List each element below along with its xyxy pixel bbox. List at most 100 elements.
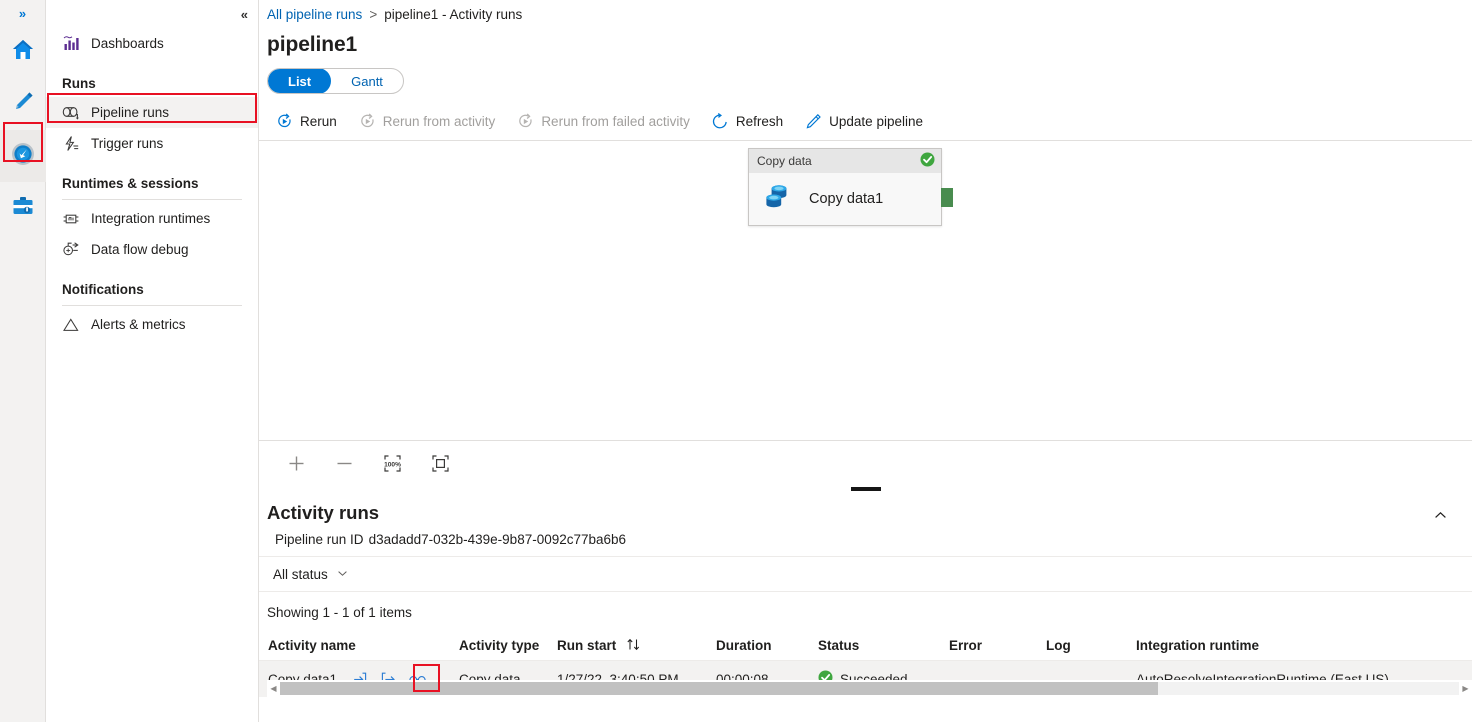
sidebar-item-trigger-runs[interactable]: Trigger runs <box>46 128 258 159</box>
rerun-from-failed-activity-button[interactable]: Rerun from failed activity <box>508 105 699 137</box>
success-check-icon <box>920 152 935 170</box>
column-header-error[interactable]: Error <box>949 638 1046 653</box>
showing-count: Showing 1 - 1 of 1 items <box>259 592 1472 620</box>
rail-expand-button[interactable]: » <box>0 0 45 26</box>
view-toggle: List Gantt <box>267 68 404 94</box>
sidebar-item-dashboards[interactable]: Dashboards <box>46 28 258 59</box>
nav-spacer-3 <box>46 265 258 275</box>
activity-node-output-port[interactable] <box>941 188 953 207</box>
rerun-from-activity-icon <box>359 113 376 130</box>
scrollbar-track[interactable] <box>280 682 1459 695</box>
zoom-in-icon[interactable] <box>281 449 311 479</box>
breadcrumb: All pipeline runs > pipeline1 - Activity… <box>259 0 1472 29</box>
activity-node-body: Copy data1 <box>749 173 941 225</box>
breadcrumb-separator: > <box>369 7 377 22</box>
zoom-out-icon[interactable] <box>329 449 359 479</box>
rerun-from-activity-button[interactable]: Rerun from activity <box>350 105 505 137</box>
panel-splitter[interactable] <box>259 484 1472 494</box>
nav-divider-notifications <box>62 305 242 306</box>
column-header-run-start-label: Run start <box>557 638 616 653</box>
main-content: All pipeline runs > pipeline1 - Activity… <box>259 0 1472 722</box>
scrollbar-thumb[interactable] <box>280 682 1158 695</box>
svg-text:100%: 100% <box>384 461 401 468</box>
sidebar-item-integration-runtimes[interactable]: Integration runtimes <box>46 203 258 234</box>
sidebar-item-label: Trigger runs <box>91 136 163 151</box>
sidebar-item-label: Data flow debug <box>91 242 189 257</box>
zoom-to-100-percent-icon[interactable]: 100% <box>377 449 407 479</box>
integration-runtimes-icon <box>62 210 80 228</box>
rail-item-home[interactable] <box>0 26 46 78</box>
scroll-right-arrow-icon[interactable]: ▶ <box>1459 680 1472 697</box>
status-filter-value: All status <box>273 567 328 582</box>
refresh-button[interactable]: Refresh <box>703 105 792 137</box>
activity-runs-table: Activity name Activity type Run start <box>259 631 1472 697</box>
nav-divider-runtimes <box>62 199 242 200</box>
rerun-from-activity-label: Rerun from activity <box>383 114 496 129</box>
table-header-row: Activity name Activity type Run start <box>259 631 1472 661</box>
column-header-status[interactable]: Status <box>818 638 949 653</box>
chevron-down-icon <box>337 567 348 582</box>
page-title: pipeline1 <box>259 29 1472 57</box>
nav-collapse-button[interactable]: « <box>46 0 258 28</box>
dashboards-icon <box>62 35 80 53</box>
column-header-activity-name[interactable]: Activity name <box>259 638 459 653</box>
column-header-run-start[interactable]: Run start <box>557 638 716 654</box>
monitor-gauge-icon <box>9 140 37 173</box>
rail-item-manage[interactable] <box>0 182 46 234</box>
zoom-to-fit-icon[interactable] <box>425 449 455 479</box>
activity-runs-collapse-button[interactable] <box>1424 502 1456 534</box>
chevron-up-icon <box>1433 508 1448 528</box>
refresh-label: Refresh <box>736 114 783 129</box>
home-icon <box>10 37 36 68</box>
tab-list[interactable]: List <box>268 68 331 94</box>
rerun-button[interactable]: Rerun <box>267 105 346 137</box>
breadcrumb-current: pipeline1 - Activity runs <box>384 7 522 22</box>
breadcrumb-link-all-pipeline-runs[interactable]: All pipeline runs <box>267 7 362 22</box>
sidebar-item-label: Dashboards <box>91 36 164 51</box>
rail-item-monitor[interactable] <box>0 130 46 182</box>
panel-splitter-grip[interactable] <box>851 487 881 491</box>
author-pencil-icon <box>10 89 36 120</box>
sidebar-item-data-flow-debug[interactable]: Data flow debug <box>46 234 258 265</box>
sidebar-item-label: Pipeline runs <box>91 105 169 120</box>
sort-ascending-descending-icon[interactable] <box>626 638 642 654</box>
update-pipeline-pencil-icon <box>805 113 822 130</box>
canvas-zoom-toolbar: 100% <box>259 440 1472 486</box>
nav-group-title-runtimes: Runtimes & sessions <box>46 169 258 197</box>
left-icon-rail: » <box>0 0 46 722</box>
status-filter-bar: All status <box>259 556 1472 592</box>
refresh-icon <box>712 113 729 130</box>
alerts-metrics-icon <box>62 316 80 334</box>
pipeline-canvas[interactable]: Copy data <box>259 141 1472 440</box>
rail-item-author[interactable] <box>0 78 46 130</box>
pipeline-run-id: Pipeline run ID d3adadd7-032b-439e-9b87-0… <box>267 524 626 547</box>
activity-runs-section: Activity runs Pipeline run IDd3adadd7-03… <box>259 486 1472 722</box>
column-header-integration-runtime[interactable]: Integration runtime <box>1136 638 1472 653</box>
status-filter-dropdown[interactable]: All status <box>267 563 354 586</box>
column-header-duration[interactable]: Duration <box>716 638 818 653</box>
horizontal-scrollbar[interactable]: ◀ ▶ <box>267 680 1472 697</box>
pipeline-run-id-label: Pipeline run ID <box>275 532 364 547</box>
tab-gantt[interactable]: Gantt <box>331 68 403 94</box>
rerun-from-failed-activity-icon <box>517 113 534 130</box>
pipeline-run-id-value: d3adadd7-032b-439e-9b87-0092c77ba6b6 <box>369 532 626 547</box>
command-bar: Rerun Rerun from activity <box>259 102 1472 141</box>
column-header-log[interactable]: Log <box>1046 638 1136 653</box>
rerun-label: Rerun <box>300 114 337 129</box>
column-header-activity-type[interactable]: Activity type <box>459 638 557 653</box>
sidebar-item-pipeline-runs[interactable]: Pipeline runs <box>46 97 258 128</box>
pipeline-runs-icon <box>62 104 80 122</box>
view-toggle-row: List Gantt <box>259 57 1472 94</box>
activity-runs-header: Activity runs Pipeline run IDd3adadd7-03… <box>259 486 1472 547</box>
activity-node-copy-data1[interactable]: Copy data <box>748 148 942 226</box>
activity-node-header: Copy data <box>749 149 941 173</box>
nav-spacer-1 <box>46 59 258 69</box>
scroll-left-arrow-icon[interactable]: ◀ <box>267 680 280 697</box>
trigger-runs-icon <box>62 135 80 153</box>
sidebar-item-alerts-metrics[interactable]: Alerts & metrics <box>46 309 258 340</box>
update-pipeline-button[interactable]: Update pipeline <box>796 105 932 137</box>
nav-spacer-2 <box>46 159 258 169</box>
manage-toolbox-icon <box>10 193 36 224</box>
navigation-panel: « Dashboards Runs <box>46 0 259 722</box>
activity-node-name-label: Copy data1 <box>809 191 883 207</box>
